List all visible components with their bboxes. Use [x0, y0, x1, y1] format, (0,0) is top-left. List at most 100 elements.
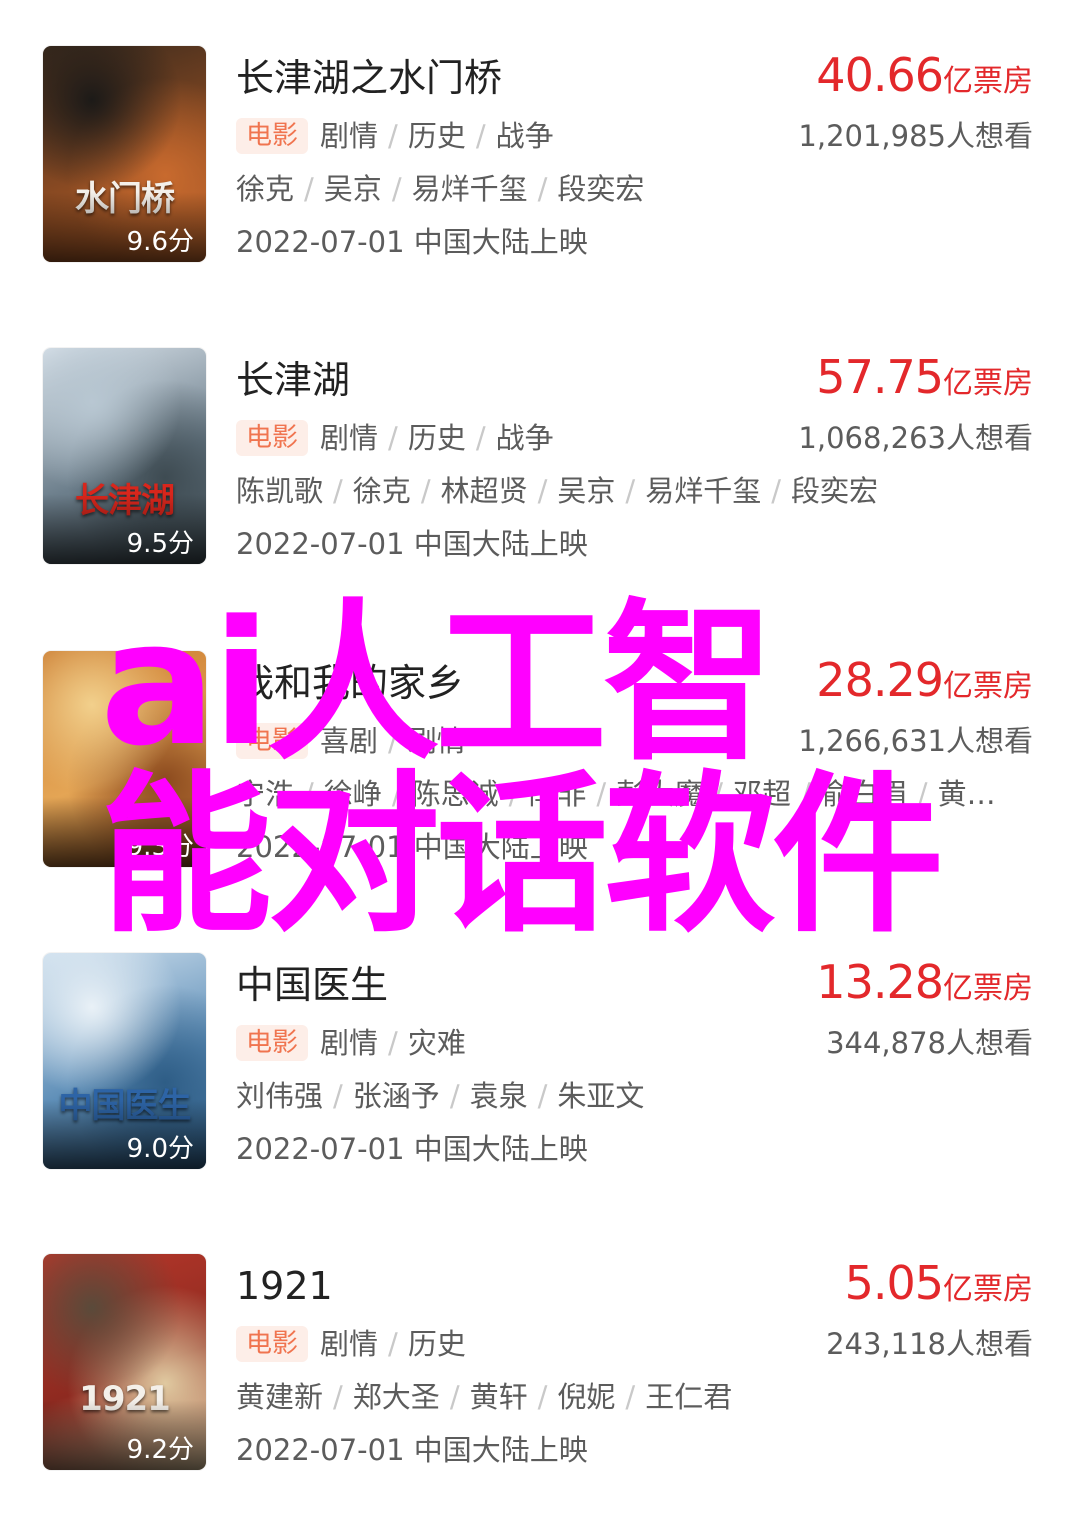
separator: /: [388, 119, 398, 153]
separator: /: [771, 474, 781, 508]
separator: /: [388, 421, 398, 455]
separator: /: [917, 777, 928, 811]
cast-name: 袁泉: [469, 1079, 528, 1113]
want-to-see-count: 1,201,985人想看: [798, 119, 1033, 153]
box-office: 57.75亿票房: [816, 350, 1033, 404]
genre-row: 电影 剧情 / 灾难: [236, 1025, 466, 1061]
cast-name: 陈凯歌: [236, 474, 324, 508]
box-office-unit: 亿票房: [943, 64, 1033, 99]
box-office-value: 13.28: [816, 955, 944, 1009]
movie-poster[interactable]: 长津湖 9.5分: [43, 348, 206, 564]
cast-name: 彭大魔: [616, 777, 704, 811]
type-tag: 电影: [236, 118, 309, 154]
cast-name: 黄轩: [469, 1380, 528, 1414]
movie-poster[interactable]: 1921 9.2分: [43, 1254, 206, 1470]
cast-name: 俞白眉: [820, 777, 908, 811]
cast-row: 徐克 / 吴京 / 易烊千玺 / 段奕宏: [236, 171, 1036, 207]
genre-label: 剧情: [407, 724, 466, 758]
type-tag: 电影: [236, 1326, 309, 1362]
movie-title[interactable]: 1921: [236, 1264, 333, 1308]
want-to-see-count: 1,266,631人想看: [798, 724, 1033, 758]
cast-name: 黄建新: [236, 1380, 324, 1414]
movie-poster[interactable]: 水门桥 9.6分: [43, 46, 206, 262]
cast-name: 徐峥: [323, 777, 382, 811]
release-info: 2022-07-01 中国大陆上映: [236, 1433, 588, 1467]
cast-name: 朱亚文: [557, 1079, 645, 1113]
release-info: 2022-07-01 中国大陆上映: [236, 1132, 588, 1166]
rating-score: 9.6分: [126, 227, 194, 257]
release-info: 2022-07-01 中国大陆上映: [236, 225, 588, 259]
box-office-value: 5.05: [844, 1256, 944, 1310]
type-tag: 电影: [236, 420, 309, 456]
cast-name: 郑大圣: [352, 1380, 440, 1414]
box-office: 40.66亿票房: [816, 48, 1033, 102]
movie-title[interactable]: 我和我的家乡: [236, 661, 464, 705]
genre-label: 战争: [495, 421, 554, 455]
cast-name: 吴京: [323, 172, 382, 206]
genre-label: 灾难: [407, 1026, 466, 1060]
separator: /: [388, 1026, 398, 1060]
separator: /: [391, 777, 402, 811]
movie-item[interactable]: 长津湖 9.5分 长津湖 57.75亿票房 电影剧情 / 历史 / 战争 1,068,2…: [0, 302, 1080, 604]
type-tag: 电影: [236, 723, 309, 759]
separator: /: [391, 172, 402, 206]
movie-item[interactable]: 1921 9.2分 1921 5.05亿票房 电影剧情 / 历史 243,118人想…: [0, 1208, 1080, 1510]
movie-item[interactable]: 水门桥 9.6分 长津湖之水门桥 40.66亿票房 电影剧情/历史/战争 1,2…: [0, 0, 1080, 302]
box-office-value: 28.29: [816, 653, 944, 707]
cast-name: 陈思诚: [411, 777, 499, 811]
release-info: 2022-07-01 中国大陆上映: [236, 830, 588, 864]
separator: /: [596, 777, 607, 811]
movie-poster[interactable]: 9.3分: [43, 651, 206, 867]
movie-item[interactable]: 9.3分 我和我的家乡 28.29亿票房 电影 喜剧 / 剧情 1,266,631人想…: [0, 605, 1080, 907]
cast-name: 宁浩: [236, 777, 295, 811]
cast-name: 段奕宏: [557, 172, 645, 206]
cast-name: 吴京: [557, 474, 616, 508]
cast-row: 陈凯歌 / 徐克 / 林超贤 / 吴京 / 易烊千玺 / 段奕宏: [236, 473, 1036, 509]
box-office-unit: 亿票房: [943, 1272, 1033, 1307]
separator: /: [475, 421, 486, 455]
box-office: 13.28亿票房: [816, 955, 1033, 1009]
cast-name: 段奕宏: [790, 474, 878, 508]
box-office: 28.29亿票房: [816, 653, 1033, 707]
rating-score: 9.3分: [126, 832, 194, 862]
movie-item[interactable]: 中国医生 9.0分 中国医生 13.28亿票房 电影剧情 / 灾难 344,878人…: [0, 907, 1080, 1209]
separator: /: [625, 474, 636, 508]
separator: /: [475, 119, 486, 153]
movie-poster[interactable]: 中国医生 9.0分: [43, 953, 206, 1169]
want-to-see-count: 344,878人想看: [826, 1026, 1033, 1060]
separator: /: [333, 474, 343, 508]
rating-score: 9.5分: [126, 529, 194, 559]
cast-name: 徐克: [236, 172, 295, 206]
cast-name: 黄…: [937, 777, 996, 811]
cast-row: 宁浩 / 徐峥 / 陈思诚 / 闫非 / 彭大魔 / 邓超 / 俞白眉 / 黄…: [236, 776, 1036, 812]
separator: /: [625, 1380, 636, 1414]
separator: /: [420, 474, 431, 508]
genre-label: 战争: [495, 119, 554, 153]
box-office-unit: 亿票房: [943, 366, 1033, 401]
want-to-see-count: 243,118人想看: [826, 1327, 1033, 1361]
cast-name: 邓超: [732, 777, 791, 811]
separator: /: [304, 777, 314, 811]
genre-row: 电影 剧情 / 历史 / 战争: [236, 420, 554, 456]
rating-score: 9.2分: [126, 1435, 194, 1465]
cast-name: 林超贤: [440, 474, 528, 508]
cast-name: 易烊千玺: [411, 172, 528, 206]
box-office-unit: 亿票房: [943, 971, 1033, 1006]
separator: /: [304, 172, 314, 206]
separator: /: [713, 777, 723, 811]
genre-label: 历史: [407, 421, 466, 455]
movie-title[interactable]: 长津湖: [236, 358, 350, 402]
separator: /: [537, 1079, 548, 1113]
movie-title[interactable]: 中国医生: [236, 963, 388, 1007]
box-office-unit: 亿票房: [943, 669, 1033, 704]
separator: /: [388, 724, 398, 758]
separator: /: [449, 1380, 460, 1414]
genre-row: 电影 剧情 / 历史: [236, 1326, 466, 1362]
cast-name: 易烊千玺: [645, 474, 762, 508]
cast-name: 刘伟强: [236, 1079, 324, 1113]
movie-title[interactable]: 长津湖之水门桥: [236, 56, 502, 100]
separator: /: [537, 1380, 548, 1414]
separator: /: [388, 1327, 398, 1361]
genre-row: 电影 剧情 / 历史 / 战争: [236, 118, 554, 154]
cast-name: 闫非: [528, 777, 587, 811]
